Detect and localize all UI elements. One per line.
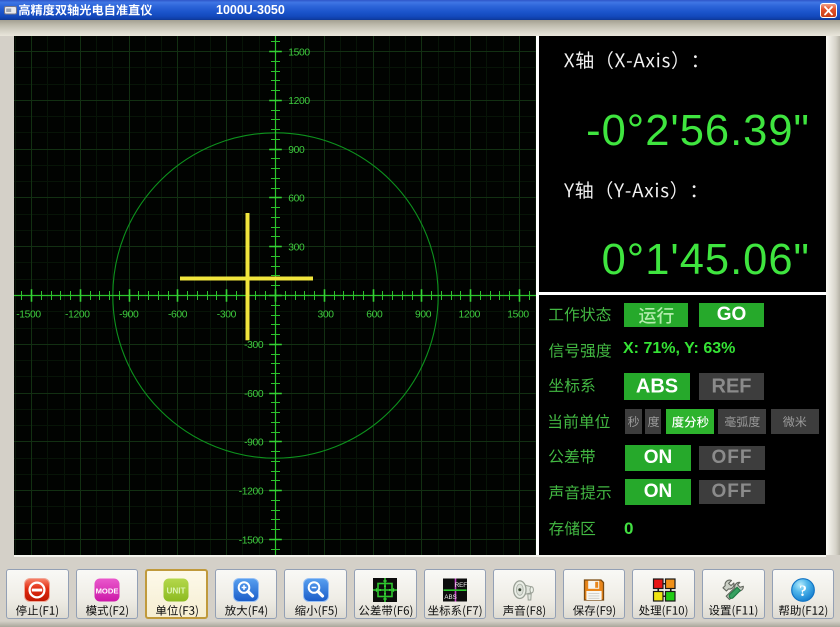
svg-text:-1200: -1200 [65, 309, 90, 320]
svg-text:1200: 1200 [288, 96, 310, 107]
svg-text:-1500: -1500 [239, 535, 264, 546]
svg-text:-300: -300 [217, 309, 237, 320]
svg-text:ABS: ABS [444, 593, 456, 600]
svg-text:-1500: -1500 [16, 309, 41, 320]
svg-text:900: 900 [288, 145, 305, 156]
svg-text:-900: -900 [119, 309, 139, 320]
svg-text:REF: REF [455, 582, 468, 589]
svg-text:1500: 1500 [507, 309, 529, 320]
svg-text:-600: -600 [168, 309, 188, 320]
svg-text:-900: -900 [244, 438, 264, 449]
svg-text:-300: -300 [244, 340, 264, 351]
svg-text:900: 900 [415, 309, 432, 320]
svg-text:MODE: MODE [95, 586, 118, 595]
svg-text:-600: -600 [244, 389, 264, 400]
svg-text:-1200: -1200 [239, 487, 264, 498]
svg-text:300: 300 [317, 309, 334, 320]
svg-text:?: ? [799, 582, 807, 599]
svg-text:300: 300 [288, 243, 305, 254]
svg-text:600: 600 [288, 194, 305, 205]
svg-text:1500: 1500 [288, 47, 310, 58]
svg-text:1200: 1200 [458, 309, 480, 320]
svg-text:UNIT: UNIT [167, 586, 186, 595]
svg-text:600: 600 [366, 309, 383, 320]
